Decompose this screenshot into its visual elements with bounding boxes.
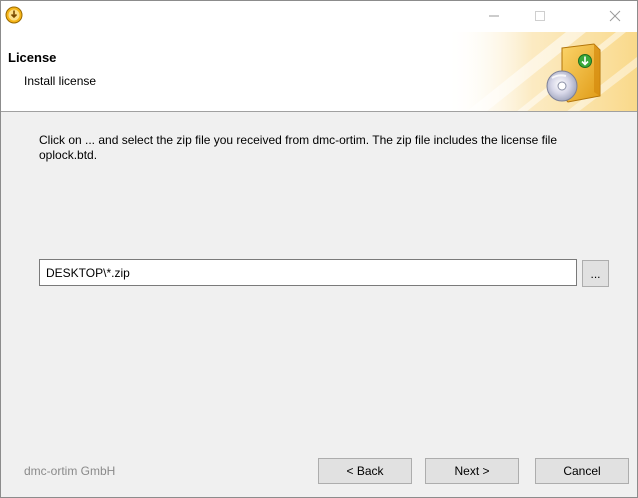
header-decoration xyxy=(446,32,637,111)
title-bar[interactable] xyxy=(1,1,637,32)
brand-label: dmc-ortim GmbH xyxy=(24,464,116,478)
page-title: License xyxy=(8,50,57,65)
back-button[interactable]: < Back xyxy=(318,458,412,484)
installer-window: License Install license Click on ... and… xyxy=(0,0,638,498)
maximize-button[interactable] xyxy=(517,1,562,31)
close-icon xyxy=(609,10,620,22)
minimize-button[interactable] xyxy=(471,1,516,31)
cancel-button[interactable]: Cancel xyxy=(535,458,629,484)
instruction-text: Click on ... and select the zip file you… xyxy=(39,133,558,162)
wizard-content: Click on ... and select the zip file you… xyxy=(1,113,637,413)
wizard-header: License Install license xyxy=(1,32,637,112)
minimize-icon xyxy=(488,15,499,17)
close-button[interactable] xyxy=(592,1,637,31)
license-path-input[interactable] xyxy=(39,259,577,286)
installer-icon xyxy=(5,6,23,24)
maximize-icon xyxy=(534,11,545,21)
page-subtitle: Install license xyxy=(24,74,97,88)
cd-package-icon xyxy=(546,43,601,103)
browse-button[interactable]: ... xyxy=(582,260,609,287)
next-button[interactable]: Next > xyxy=(425,458,519,484)
